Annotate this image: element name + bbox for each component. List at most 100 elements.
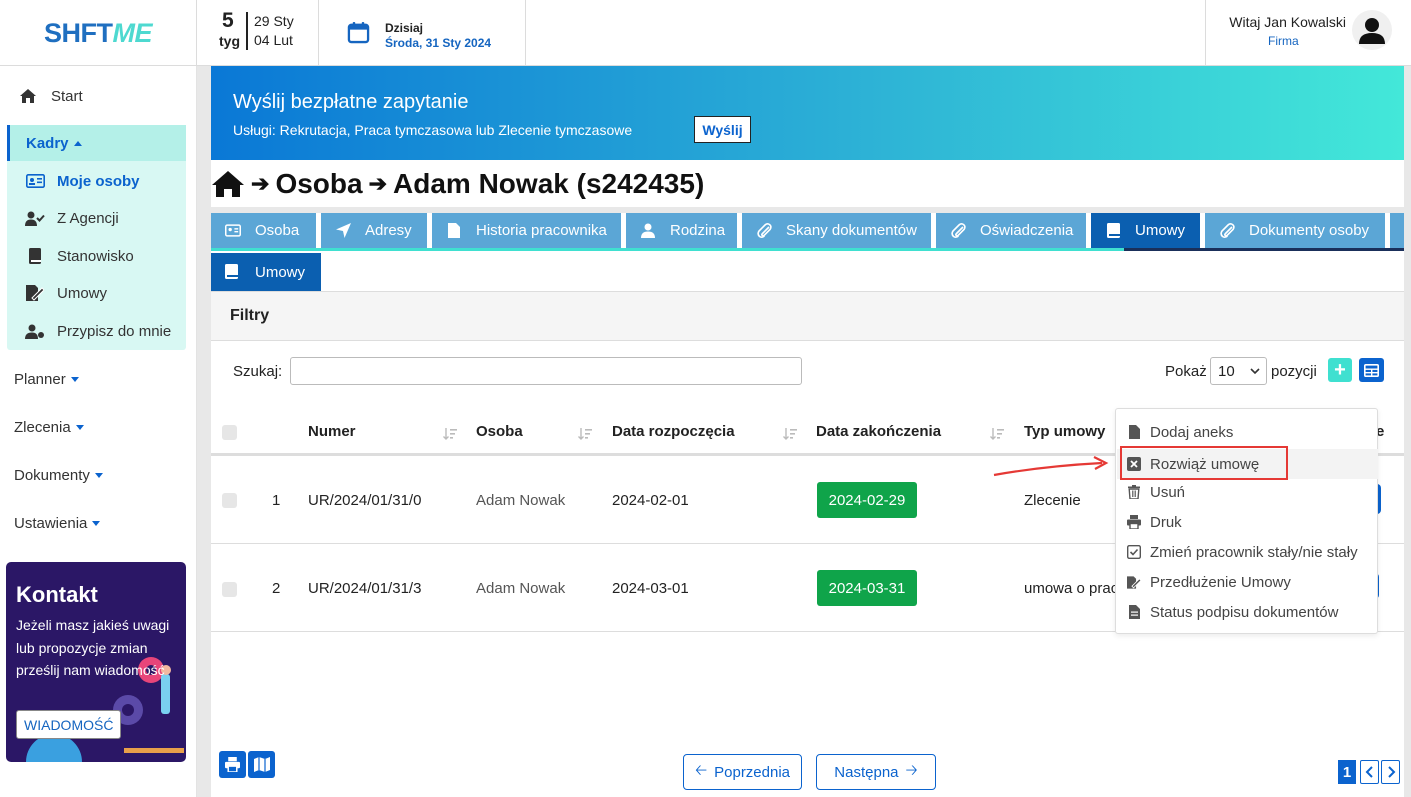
- file-icon: [446, 223, 462, 239]
- caret-down-icon: [70, 377, 79, 382]
- arrow-right-icon: ➔: [368, 170, 388, 196]
- menu-item-usun[interactable]: Usuń: [1127, 481, 1185, 503]
- page-next-arrow[interactable]: [1381, 760, 1400, 784]
- tab-adresy[interactable]: Adresy: [321, 213, 427, 248]
- user-icon: [1359, 18, 1385, 44]
- sidebar-item-przypisz[interactable]: Przypisz do mnie: [25, 322, 171, 340]
- sidebar-item-zlecenia[interactable]: Zlecenia: [14, 419, 84, 436]
- map-button[interactable]: [248, 751, 275, 778]
- subtab-umowy[interactable]: Umowy: [211, 253, 321, 291]
- promo-banner: Wyślij bezpłatne zapytanie Usługi: Rekru…: [211, 66, 1404, 160]
- cell-numer: UR/2024/01/31/3: [308, 580, 422, 597]
- user-check-icon: [25, 209, 45, 227]
- sidebar-item-label: Kadry: [26, 134, 69, 152]
- contact-message-button[interactable]: WIADOMOŚĆ: [16, 710, 122, 739]
- contact-title: Kontakt: [16, 582, 98, 607]
- chevron-left-icon: [1365, 766, 1373, 778]
- search-input[interactable]: [290, 357, 802, 385]
- sidebar-item-start[interactable]: Start: [17, 87, 187, 105]
- prev-page-button[interactable]: 🡠 Poprzednia: [683, 754, 802, 790]
- row-index: 1: [272, 492, 281, 509]
- sidebar-item-z-agencji[interactable]: Z Agencji: [25, 209, 119, 227]
- sidebar-item-moje-osoby[interactable]: Moje osoby: [25, 172, 140, 190]
- menu-item-status-podpisu[interactable]: Status podpisu dokumentów: [1127, 601, 1338, 623]
- book-icon: [1105, 223, 1121, 239]
- arrow-right-icon: 🡢: [905, 761, 918, 779]
- file-icon: [1127, 425, 1141, 440]
- menu-item-label: Usuń: [1150, 483, 1186, 501]
- cell-osoba[interactable]: Adam Nowak: [476, 492, 565, 509]
- location-arrow-icon: [335, 223, 351, 239]
- select-all-checkbox[interactable]: [222, 425, 237, 440]
- chevron-down-icon: [1250, 368, 1260, 375]
- sidebar-item-kadry[interactable]: Kadry: [7, 125, 186, 161]
- file-text-icon: [1127, 605, 1141, 620]
- row-checkbox[interactable]: [222, 493, 237, 508]
- sidebar-item-label: Stanowisko: [57, 247, 134, 265]
- sidebar-item-umowy[interactable]: Umowy: [25, 284, 107, 302]
- breadcrumb-level2: Adam Nowak (s242435): [393, 167, 705, 199]
- logo[interactable]: SHFT ME: [0, 0, 197, 66]
- tab-label: Adresy: [365, 222, 412, 239]
- columns-button[interactable]: [1359, 358, 1384, 382]
- add-button[interactable]: +: [1328, 358, 1352, 382]
- paperclip-icon: [950, 223, 966, 239]
- column-header-numer[interactable]: Numer: [308, 423, 356, 440]
- company-link[interactable]: Firma: [1268, 34, 1299, 48]
- column-header-osoba[interactable]: Osoba: [476, 423, 523, 440]
- menu-item-label: Druk: [1150, 513, 1182, 531]
- sidebar-item-planner[interactable]: Planner: [14, 371, 79, 388]
- column-header-typ-umowy[interactable]: Typ umowy: [1024, 423, 1105, 440]
- print-icon: [225, 757, 240, 772]
- tab-rodzina[interactable]: Rodzina: [626, 213, 737, 248]
- sort-icon[interactable]: [783, 428, 797, 440]
- kadry-section: Kadry Moje osoby Z Agencji Stanowisko Um…: [7, 125, 186, 350]
- tab-umowy[interactable]: Umowy: [1091, 213, 1200, 248]
- tab-dokumenty-osoby[interactable]: Dokumenty osoby: [1205, 213, 1385, 248]
- sidebar-item-ustawienia[interactable]: Ustawienia: [14, 515, 101, 532]
- banner-subtitle: Usługi: Rekrutacja, Praca tymczasowa lub…: [233, 122, 633, 138]
- sidebar-item-stanowisko[interactable]: Stanowisko: [25, 247, 134, 265]
- menu-item-label: Zmień pracownik stały/nie stały: [1150, 543, 1358, 561]
- print-button[interactable]: [219, 751, 246, 778]
- page-prev-arrow[interactable]: [1360, 760, 1379, 784]
- column-header-data-zakonczenia[interactable]: Data zakończenia: [816, 423, 941, 440]
- filters-header[interactable]: Filtry: [211, 291, 1404, 341]
- page-size-select[interactable]: 10: [1210, 357, 1267, 385]
- banner-send-button[interactable]: Wyślij: [694, 116, 751, 143]
- sidebar-item-label: Z Agencji: [57, 209, 119, 227]
- page-size-suffix: pozycji: [1271, 363, 1317, 380]
- sidebar-item-label: Start: [51, 87, 83, 105]
- tab-label: Dokumenty osoby: [1249, 222, 1370, 239]
- page-number-current[interactable]: 1: [1338, 760, 1356, 784]
- file-signature-icon: [1127, 575, 1141, 590]
- sort-icon[interactable]: [990, 428, 1004, 440]
- tab-osoba[interactable]: Osoba: [211, 213, 316, 248]
- plus-icon: +: [1334, 358, 1346, 381]
- annotation-arrow: [993, 456, 1109, 477]
- breadcrumb-level1[interactable]: Osoba: [275, 168, 362, 200]
- column-header-data-rozpoczecia[interactable]: Data rozpoczęcia: [612, 423, 735, 440]
- arrow-right-icon: ➔: [251, 170, 270, 196]
- menu-item-druk[interactable]: Druk: [1127, 511, 1182, 533]
- menu-item-dodaj-aneks[interactable]: Dodaj aneks: [1127, 421, 1233, 443]
- next-label: Następna: [834, 763, 899, 781]
- cell-osoba[interactable]: Adam Nowak: [476, 580, 565, 597]
- menu-item-przedluzenie[interactable]: Przedłużenie Umowy: [1127, 571, 1291, 593]
- sort-icon[interactable]: [578, 428, 592, 440]
- sidebar-item-dokumenty[interactable]: Dokumenty: [14, 467, 103, 484]
- paperclip-icon: [1219, 223, 1235, 239]
- avatar[interactable]: [1352, 10, 1392, 50]
- tab-overflow[interactable]: [1390, 213, 1404, 248]
- sidebar-item-label: Zlecenia: [14, 419, 71, 436]
- next-page-button[interactable]: Następna 🡢: [816, 754, 936, 790]
- user-box[interactable]: Witaj Jan Kowalski Firma: [1205, 0, 1411, 66]
- tab-oswiadczenia[interactable]: Oświadczenia: [936, 213, 1086, 248]
- sort-icon[interactable]: [443, 428, 457, 440]
- tab-skany[interactable]: Skany dokumentów: [742, 213, 931, 248]
- menu-item-zmien-pracownik[interactable]: Zmień pracownik stały/nie stały: [1127, 541, 1358, 563]
- home-icon[interactable]: [211, 170, 245, 198]
- caret-down-icon: [75, 425, 84, 430]
- row-checkbox[interactable]: [222, 582, 237, 597]
- tab-historia[interactable]: Historia pracownika: [432, 213, 621, 248]
